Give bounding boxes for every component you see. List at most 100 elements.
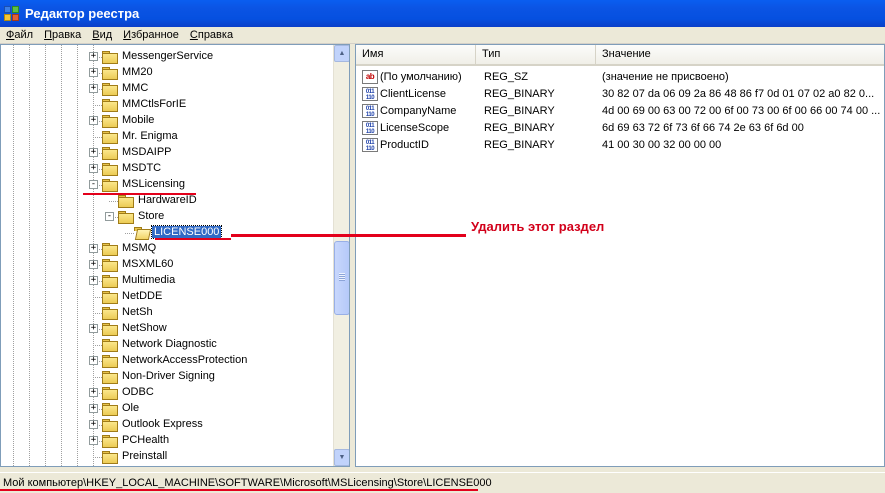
tree-item[interactable]: Non-Driver Signing [1, 369, 331, 385]
collapse-icon[interactable]: - [105, 212, 114, 221]
tree-item-label: MSDAIPP [122, 146, 172, 158]
value-value: 41 00 30 00 32 00 00 00 [602, 139, 722, 151]
tree-item[interactable]: + ODBC [1, 385, 331, 401]
folder-icon [101, 418, 118, 432]
tree-item[interactable]: + MessengerService [1, 49, 331, 65]
tree-item[interactable]: MMCtlsForIE [1, 97, 331, 113]
tree-item[interactable]: + NetShow [1, 321, 331, 337]
value-type: REG_SZ [484, 71, 529, 83]
column-header-type[interactable]: Тип [476, 45, 596, 64]
expand-icon[interactable]: + [89, 68, 98, 77]
menu-label: збранное [131, 29, 179, 41]
tree-item-label: Multimedia [122, 274, 176, 286]
folder-icon [101, 434, 118, 448]
tree-item[interactable]: - MSLicensing [1, 177, 331, 193]
folder-icon [117, 210, 134, 224]
value-type: REG_BINARY [484, 88, 555, 100]
value-name: (По умолчанию) [380, 71, 462, 83]
value-value: 4d 00 69 00 63 00 72 00 6f 00 73 00 6f 0… [602, 105, 881, 117]
status-path: Мой компьютер\HKEY_LOCAL_MACHINE\SOFTWAR… [3, 477, 492, 489]
tree-item[interactable]: + MSDTC [1, 161, 331, 177]
expand-icon[interactable]: + [89, 84, 98, 93]
tree-item[interactable]: + Mobile [1, 113, 331, 129]
menu-label: ид [99, 29, 113, 41]
tree-item[interactable]: + MSXML60 [1, 257, 331, 273]
folder-icon [101, 450, 118, 464]
column-header-name[interactable]: Имя [356, 45, 476, 64]
folder-icon [101, 322, 118, 336]
tree-item[interactable]: Network Diagnostic [1, 337, 331, 353]
menu-item-2[interactable]: Вид [87, 29, 118, 41]
folder-icon [101, 162, 118, 176]
scroll-thumb[interactable] [334, 241, 349, 315]
tree-item[interactable]: + Multimedia [1, 273, 331, 289]
expand-icon[interactable]: + [89, 356, 98, 365]
value-type: REG_BINARY [484, 139, 555, 151]
title-bar[interactable]: Редактор реестра [0, 0, 885, 27]
expand-icon[interactable]: + [89, 436, 98, 445]
tree-item[interactable]: + Outlook Express [1, 417, 331, 433]
expand-icon[interactable]: + [89, 52, 98, 61]
tree-item[interactable]: Mr. Enigma [1, 129, 331, 145]
expand-icon[interactable]: + [89, 324, 98, 333]
tree-item[interactable]: Preinstall [1, 449, 331, 465]
expand-icon[interactable]: + [89, 116, 98, 125]
tree-item-label: NetShow [122, 322, 167, 334]
tree-item-label: Mr. Enigma [122, 130, 178, 142]
tree-item[interactable]: + MSDAIPP [1, 145, 331, 161]
value-name: ClientLicense [380, 88, 447, 100]
expand-icon[interactable]: + [89, 260, 98, 269]
folder-icon [101, 274, 118, 288]
menu-item-4[interactable]: Справка [185, 29, 239, 41]
tree-item[interactable]: NetSh [1, 305, 331, 321]
tree-item[interactable]: NetDDE [1, 289, 331, 305]
value-row[interactable]: 011 110 ClientLicense REG_BINARY 30 82 07 da… [356, 86, 884, 103]
collapse-icon[interactable]: - [89, 180, 98, 189]
tree-item-label: Preinstall [122, 450, 168, 462]
binary-value-icon: 011 110 [362, 104, 378, 118]
expand-icon[interactable]: + [89, 388, 98, 397]
value-value: 6d 69 63 72 6f 73 6f 66 74 2e 63 6f 6d 0… [602, 122, 804, 134]
values-list[interactable]: Имя Тип Значение ab (По умолчанию) REG_SZ (… [355, 44, 885, 467]
menu-label: правка [197, 29, 234, 41]
tree-item[interactable]: + Ole [1, 401, 331, 417]
value-name: CompanyName [380, 105, 457, 117]
scroll-down-button[interactable]: ▼ [334, 449, 349, 466]
tree-item-label: MSXML60 [122, 258, 174, 270]
menu-item-0[interactable]: Файл [1, 29, 39, 41]
tree-item-label: MMCtlsForIE [122, 98, 187, 110]
value-row[interactable]: 011 110 LicenseScope REG_BINARY 6d 69 63 72 … [356, 120, 884, 137]
value-row[interactable]: ab (По умолчанию) REG_SZ (значение не присв… [356, 69, 884, 86]
value-name: ProductID [380, 139, 429, 151]
value-row[interactable]: 011 110 ProductID REG_BINARY 41 00 30 00 32 … [356, 137, 884, 154]
expand-icon[interactable]: + [89, 244, 98, 253]
tree-item-label: Outlook Express [122, 418, 203, 430]
tree-item[interactable]: + PCHealth [1, 433, 331, 449]
tree-item-label: Non-Driver Signing [122, 370, 215, 382]
menu-bar: Файл Правка Вид Избранное Справка [0, 27, 885, 44]
expand-icon[interactable]: + [89, 164, 98, 173]
tree-item-label: ODBC [122, 386, 154, 398]
value-row[interactable]: 011 110 CompanyName REG_BINARY 4d 00 69 00 6… [356, 103, 884, 120]
expand-icon[interactable]: + [89, 404, 98, 413]
scroll-up-button[interactable]: ▲ [334, 45, 349, 62]
registry-tree[interactable]: ▲ ▼ + MessengerService + MM20 + MMC MMCtlsForI… [0, 44, 350, 467]
tree-item-label: NetSh [122, 306, 153, 318]
expand-icon[interactable]: + [89, 148, 98, 157]
expand-icon[interactable]: + [89, 276, 98, 285]
value-value: 30 82 07 da 06 09 2a 86 48 86 f7 0d 01 0… [602, 88, 875, 100]
tree-item[interactable]: + NetworkAccessProtection [1, 353, 331, 369]
tree-scrollbar[interactable]: ▲ ▼ [333, 45, 349, 466]
expand-icon[interactable]: + [89, 420, 98, 429]
folder-icon [101, 98, 118, 112]
menu-item-1[interactable]: Правка [39, 29, 87, 41]
menu-item-3[interactable]: Избранное [118, 29, 185, 41]
tree-item[interactable]: + MMC [1, 81, 331, 97]
tree-item[interactable]: + MSMQ [1, 241, 331, 257]
tree-item-label: Network Diagnostic [122, 338, 217, 350]
tree-item[interactable]: HardwareID [1, 193, 331, 209]
folder-icon [117, 194, 134, 208]
column-header-value[interactable]: Значение [596, 45, 884, 64]
tree-item[interactable]: - Store [1, 209, 331, 225]
tree-item[interactable]: + MM20 [1, 65, 331, 81]
